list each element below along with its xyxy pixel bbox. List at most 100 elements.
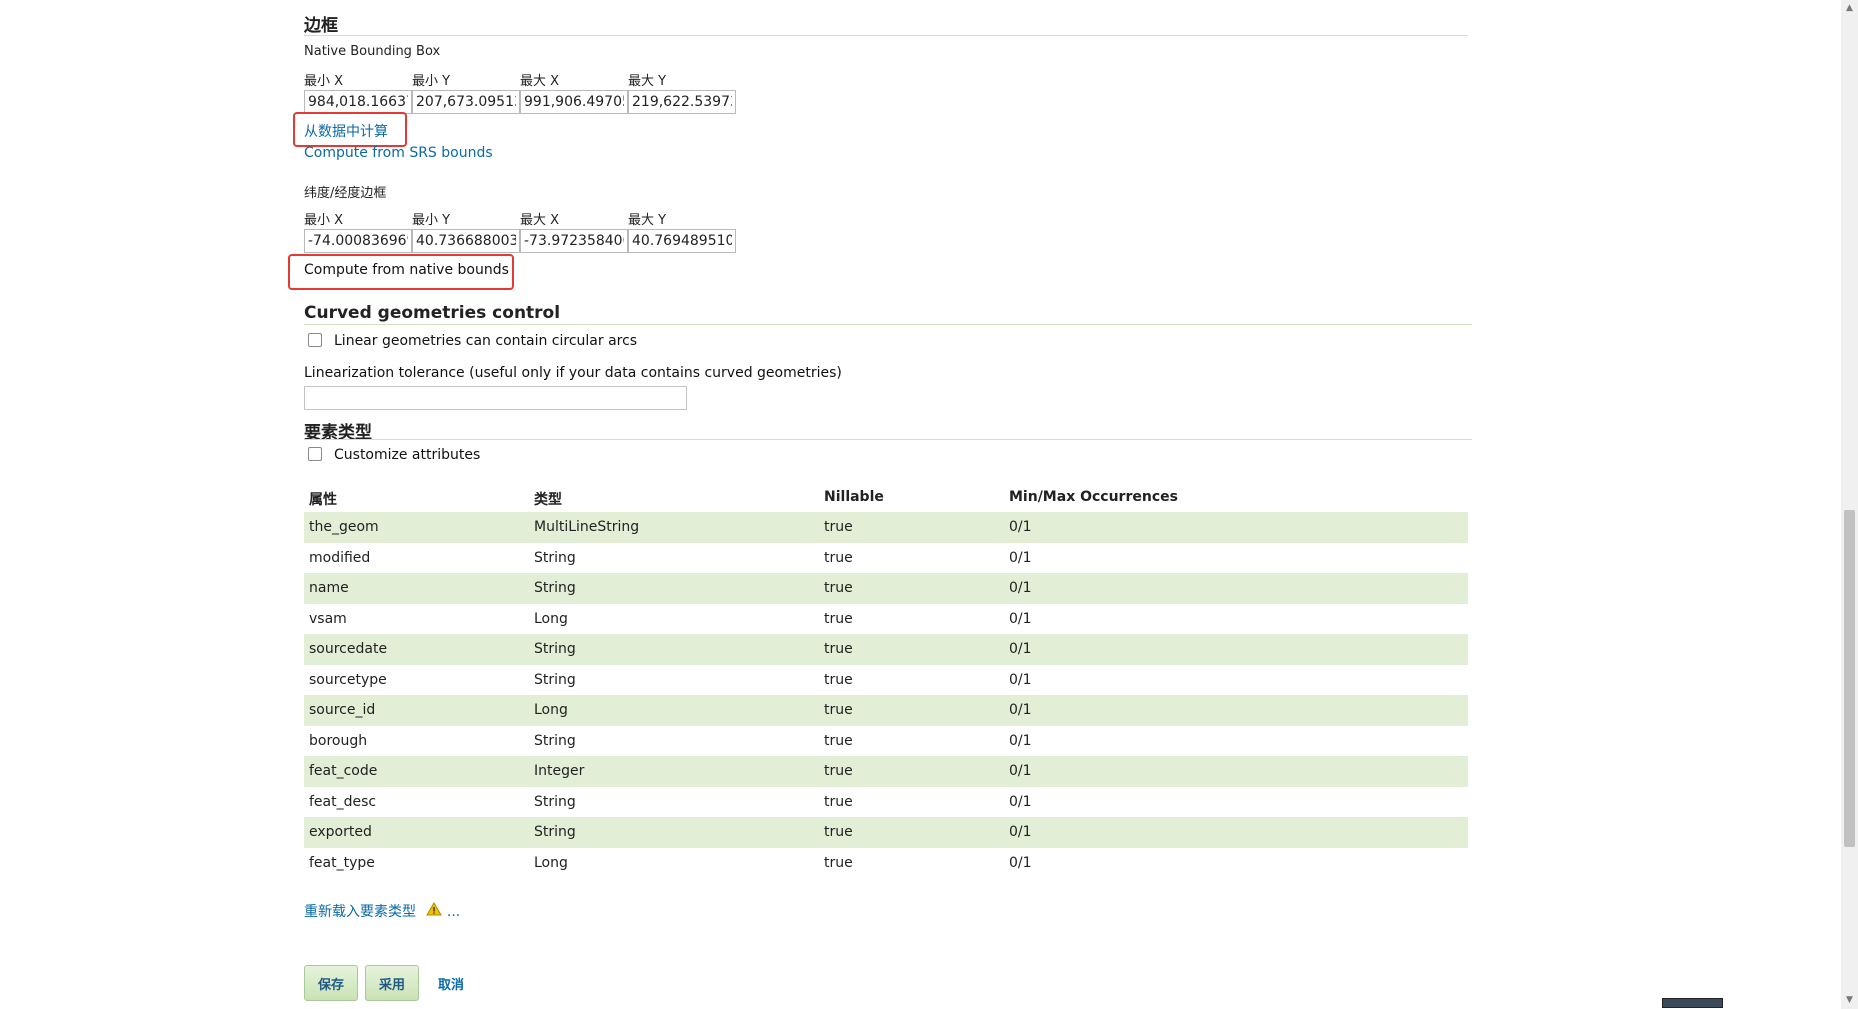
cell-nillable: true — [824, 610, 853, 627]
cell-attribute: sourcedate — [309, 641, 388, 657]
table-body: the_geom MultiLineString true 0/1 modified St… — [304, 512, 1468, 878]
section-divider — [304, 439, 1472, 440]
cell-nillable: true — [824, 580, 853, 596]
cell-attribute: feat_desc — [309, 793, 377, 810]
attributes-table: 属性 类型 Nillable Min/Max Occurrences the_g… — [304, 482, 1468, 878]
latlon-max-x-input[interactable] — [520, 229, 628, 253]
native-bbox-label: Native Bounding Box — [304, 44, 441, 59]
cell-nillable: true — [824, 732, 853, 749]
header-type: 类型 — [534, 492, 562, 508]
cell-nillable: true — [824, 671, 853, 688]
cell-occurrences: 0/1 — [1009, 732, 1032, 749]
cell-attribute: source_id — [309, 702, 376, 718]
cell-attribute: vsam — [309, 610, 347, 627]
cell-type: String — [534, 671, 576, 688]
cancel-link[interactable]: 取消 — [438, 974, 464, 993]
cell-type: String — [534, 580, 576, 596]
col-min-x: 最小 X — [304, 74, 344, 89]
reload-feature-type-link[interactable]: 重新载入要素类型 ... — [304, 901, 460, 921]
native-min-x-input[interactable] — [304, 90, 412, 114]
cell-occurrences: 0/1 — [1009, 610, 1032, 627]
header-occurrences: Min/Max Occurrences — [1009, 489, 1178, 505]
cell-occurrences: 0/1 — [1009, 763, 1032, 779]
scroll-up-icon[interactable]: ▲ — [1845, 4, 1854, 13]
compute-from-data-link[interactable]: 从数据中计算 — [304, 121, 388, 141]
cell-occurrences: 0/1 — [1009, 824, 1032, 840]
latlon-min-y-input[interactable] — [412, 229, 520, 253]
section-divider — [304, 35, 1468, 36]
warning-icon — [426, 902, 443, 920]
cell-type: String — [534, 793, 576, 810]
table-row: feat_code Integer true 0/1 — [304, 756, 1468, 787]
col-max-x: 最大 X — [520, 213, 560, 228]
table-row: feat_desc String true 0/1 — [304, 787, 1468, 818]
cell-type: Long — [534, 610, 568, 627]
col-max-y: 最大 Y — [628, 213, 667, 228]
cell-attribute: sourcetype — [309, 671, 387, 688]
linearization-tolerance-input[interactable] — [304, 386, 687, 410]
native-max-x-input[interactable] — [520, 90, 628, 114]
table-row: the_geom MultiLineString true 0/1 — [304, 512, 1468, 543]
cell-type: String — [534, 549, 576, 566]
col-min-y: 最小 Y — [412, 74, 451, 89]
cell-type: String — [534, 641, 576, 657]
cell-occurrences: 0/1 — [1009, 580, 1032, 596]
latlon-bbox-label: 纬度/经度边框 — [304, 186, 387, 201]
section-title-curved: Curved geometries control — [304, 303, 561, 323]
vertical-scrollbar[interactable]: ▲ ▼ — [1841, 0, 1858, 1009]
cell-type: MultiLineString — [534, 519, 640, 535]
section-title-bounding: 边框 — [304, 16, 338, 36]
cell-nillable: true — [824, 549, 853, 566]
reload-feature-type-label: 重新载入要素类型 — [304, 904, 416, 920]
section-divider — [304, 324, 1472, 325]
circular-arcs-label: Linear geometries can contain circular a… — [334, 333, 638, 349]
cell-occurrences: 0/1 — [1009, 641, 1032, 657]
latlon-min-x-input[interactable] — [304, 229, 412, 253]
latlon-max-y-input[interactable] — [628, 229, 736, 253]
linearization-tolerance-label: Linearization tolerance (useful only if … — [304, 365, 842, 381]
cell-nillable: true — [824, 824, 853, 840]
cell-occurrences: 0/1 — [1009, 671, 1032, 688]
compute-from-srs-link[interactable]: Compute from SRS bounds — [304, 145, 493, 161]
customize-attributes-checkbox[interactable] — [308, 447, 322, 461]
save-button[interactable]: 保存 — [304, 965, 358, 1001]
table-row: name String true 0/1 — [304, 573, 1468, 604]
cell-attribute: modified — [309, 549, 371, 566]
scrollbar-thumb[interactable] — [1844, 510, 1855, 847]
table-row: sourcedate String true 0/1 — [304, 634, 1468, 665]
latlon-bbox-inputs — [304, 229, 736, 253]
header-attribute: 属性 — [309, 492, 337, 508]
cell-attribute: feat_code — [309, 763, 378, 779]
native-bbox-headers: 最小 X 最小 Y 最大 X 最大 Y — [304, 70, 736, 89]
cell-nillable: true — [824, 763, 853, 779]
header-nillable: Nillable — [824, 489, 884, 505]
cell-type: String — [534, 824, 576, 840]
native-max-y-input[interactable] — [628, 90, 736, 114]
table-row: feat_type Long true 0/1 — [304, 848, 1468, 879]
cell-occurrences: 0/1 — [1009, 854, 1032, 871]
compute-from-native-link[interactable]: Compute from native bounds — [304, 262, 509, 278]
col-max-y: 最大 Y — [628, 74, 667, 89]
col-min-y: 最小 Y — [412, 213, 451, 228]
cell-type: Long — [534, 854, 568, 871]
cell-attribute: name — [309, 580, 349, 596]
table-header: 属性 类型 Nillable Min/Max Occurrences — [304, 482, 1468, 512]
cell-nillable: true — [824, 641, 853, 657]
scroll-down-icon[interactable]: ▼ — [1845, 996, 1854, 1005]
col-max-x: 最大 X — [520, 74, 560, 89]
native-min-y-input[interactable] — [412, 90, 520, 114]
table-row: exported String true 0/1 — [304, 817, 1468, 848]
customize-attributes-label: Customize attributes — [334, 447, 481, 463]
cell-attribute: exported — [309, 824, 372, 840]
cell-occurrences: 0/1 — [1009, 549, 1032, 566]
cell-type: Integer — [534, 763, 585, 779]
cell-occurrences: 0/1 — [1009, 519, 1032, 535]
page: 边框 Native Bounding Box 最小 X 最小 Y 最大 X 最大… — [0, 0, 1841, 1009]
circular-arcs-checkbox[interactable] — [308, 333, 322, 347]
table-row: vsam Long true 0/1 — [304, 604, 1468, 635]
cell-nillable: true — [824, 793, 853, 810]
cell-occurrences: 0/1 — [1009, 793, 1032, 810]
apply-button[interactable]: 采用 — [365, 965, 419, 1001]
table-row: modified String true 0/1 — [304, 543, 1468, 574]
cell-type: String — [534, 732, 576, 749]
